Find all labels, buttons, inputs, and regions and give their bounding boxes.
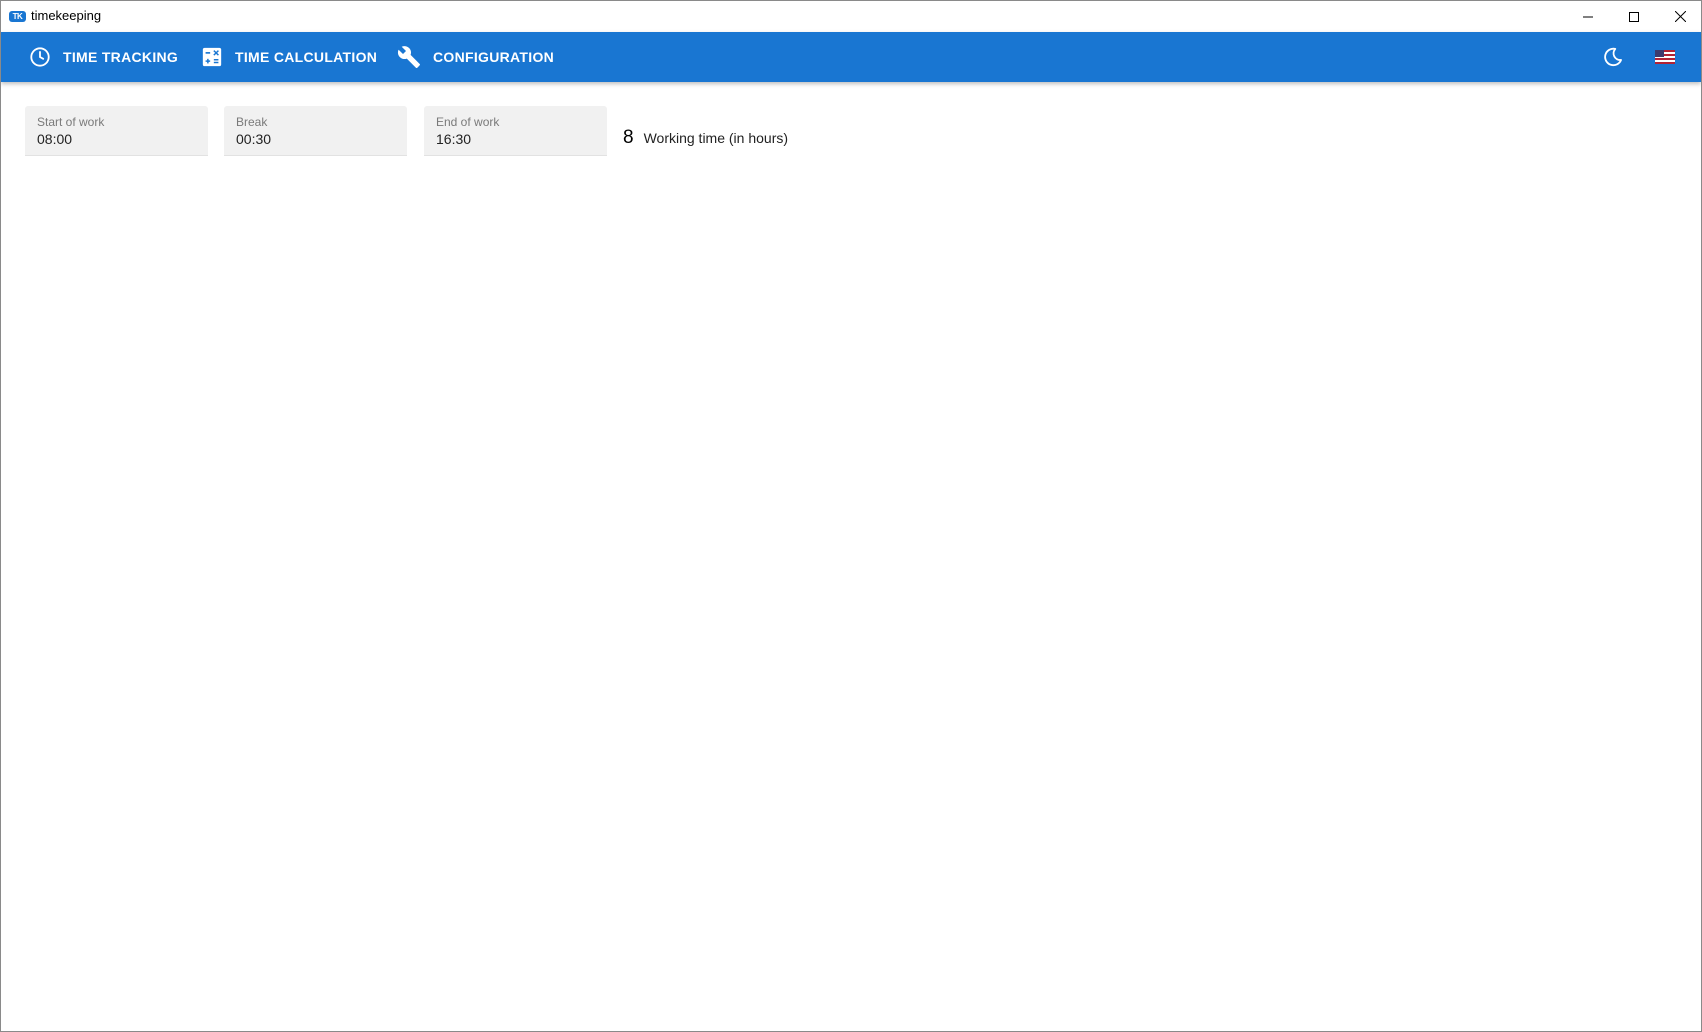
break-field[interactable]: Break	[224, 106, 407, 156]
working-time-label: Working time (in hours)	[643, 130, 789, 146]
start-of-work-input[interactable]	[37, 131, 196, 147]
end-of-work-label: End of work	[436, 115, 500, 129]
app-window: TK timekeeping TIME TRACKING TIME CALCUL…	[0, 0, 1702, 1032]
maximize-button[interactable]	[1611, 1, 1657, 32]
nav-time-tracking[interactable]: TIME TRACKING	[29, 32, 178, 82]
minimize-button[interactable]	[1565, 1, 1611, 32]
nav-time-tracking-label: TIME TRACKING	[63, 49, 179, 65]
end-of-work-input[interactable]	[436, 131, 595, 147]
working-time-result: 8 Working time (in hours)	[623, 127, 788, 149]
end-of-work-field[interactable]: End of work	[424, 106, 607, 156]
nav-configuration-label: CONFIGURATION	[433, 49, 555, 65]
clock-icon	[30, 47, 50, 67]
minimize-icon	[1583, 16, 1593, 17]
theme-toggle-button[interactable]	[1599, 32, 1627, 82]
title-bar[interactable]: TK timekeeping	[1, 1, 1701, 32]
app-bar: TIME TRACKING TIME CALCULATION CONFIGURA…	[1, 32, 1701, 82]
working-time-value: 8	[623, 127, 634, 148]
break-input[interactable]	[236, 131, 395, 147]
start-of-work-field[interactable]: Start of work	[25, 106, 208, 156]
break-label: Break	[236, 115, 268, 129]
wrench-icon	[397, 46, 420, 68]
window-title: timekeeping	[31, 8, 102, 23]
nav-configuration[interactable]: CONFIGURATION	[397, 32, 554, 82]
app-logo-icon: TK	[9, 11, 26, 22]
moon-icon	[1604, 47, 1622, 67]
us-flag-icon	[1655, 50, 1675, 64]
maximize-icon	[1629, 11, 1639, 22]
close-button[interactable]	[1657, 1, 1701, 32]
close-icon	[1674, 11, 1686, 22]
language-button[interactable]	[1653, 32, 1677, 82]
calculator-icon	[202, 47, 222, 67]
start-of-work-label: Start of work	[37, 115, 105, 129]
nav-time-calculation-label: TIME CALCULATION	[235, 49, 378, 65]
nav-time-calculation[interactable]: TIME CALCULATION	[201, 32, 377, 82]
